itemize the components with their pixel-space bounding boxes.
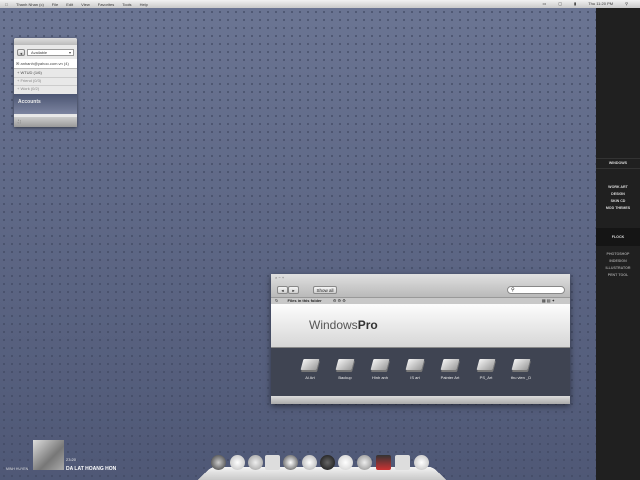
window-controls[interactable]: × − +	[275, 275, 284, 280]
artist-label: MINH HUYEN	[6, 467, 29, 471]
finder-window: × − + ◂ ▸ Show all ⚲ ↻ Files in this fol…	[271, 274, 570, 404]
folder-label: IS art	[410, 375, 420, 380]
menu-tools[interactable]: Tools	[122, 2, 131, 7]
folder-label: PS_Art	[479, 375, 493, 380]
folder-hinh-anh[interactable]: Hinh anh	[360, 359, 400, 380]
sidebar-item-windows[interactable]: WINDOWS	[596, 160, 640, 167]
folder-icon	[370, 359, 390, 370]
dock-notes-icon[interactable]	[395, 455, 410, 470]
group-label: WTUD (1/6)	[20, 70, 42, 75]
folder-icon	[405, 359, 425, 370]
banner-title: WindowsPro	[309, 318, 378, 332]
banner: WindowsPro	[271, 304, 570, 348]
account-row[interactable]: ✉ anhanh@yahoo.com.vn (4)	[14, 59, 77, 69]
dock-bird-icon[interactable]	[248, 455, 263, 470]
sidebar-item-illustrator[interactable]: ILLUSTRATOR	[596, 265, 640, 272]
sidebar-item-flock[interactable]: FLOCK	[596, 228, 640, 246]
folder-icon	[476, 359, 496, 370]
menu-edit[interactable]: Edit	[66, 2, 73, 7]
sidebar-item-photoshop[interactable]: PHOTOSHOP	[596, 251, 640, 258]
messenger-widget: ◂ Available ▾ ✉ anhanh@yahoo.com.vn (4) +…	[14, 38, 77, 127]
menu-help[interactable]: Help	[140, 2, 148, 7]
dock-bulb-icon[interactable]	[230, 455, 245, 470]
banner-word: Pro	[357, 318, 378, 332]
folder-label: Ai Art	[305, 375, 315, 380]
dock-cat-icon[interactable]	[414, 455, 429, 470]
folder-is-art[interactable]: IS art	[395, 359, 435, 380]
folder-icon	[511, 359, 531, 370]
status-select[interactable]: Available ▾	[27, 49, 74, 56]
sidebar-item-work-art[interactable]: WORK ART	[596, 184, 640, 191]
banner-word: Windows	[309, 318, 358, 332]
folder-backup[interactable]: Backup	[325, 359, 365, 380]
volume-icon[interactable]: ▮	[574, 1, 576, 6]
forward-button[interactable]: ▸	[288, 286, 299, 294]
folder-icon	[440, 359, 460, 370]
sidebar-item-design[interactable]: DESIGN	[596, 191, 640, 198]
group-friend[interactable]: + Friend (0/3)	[14, 78, 77, 86]
refresh-icon[interactable]: ↻	[275, 298, 278, 303]
clock[interactable]: Thu 11:20 PM	[588, 1, 613, 6]
resize-icon[interactable]: ⛶	[14, 117, 77, 127]
folder-icon	[335, 359, 355, 370]
display-icon[interactable]: ▭	[542, 1, 546, 6]
back-button[interactable]: ◂	[277, 286, 288, 294]
search-field[interactable]: ⚲	[507, 286, 565, 294]
dock-soccer-icon[interactable]	[283, 455, 298, 470]
menu-app[interactable]: Thanh Nhan (c)	[16, 2, 44, 7]
dock-paint-icon[interactable]	[376, 455, 391, 470]
menu-view[interactable]: View	[81, 2, 90, 7]
apple-icon[interactable]: 	[5, 2, 8, 7]
group-label: Friend (0/3)	[20, 78, 42, 83]
folder-label: thu vien _D	[510, 375, 532, 380]
folder-label: Painter Art	[440, 375, 460, 380]
dock-gear-icon[interactable]	[357, 455, 372, 470]
right-sidebar: WINDOWS WORK ART DESIGN SKIN CD MOD THEM…	[596, 8, 640, 480]
sidebar-item-mod-themes[interactable]: MOD THEMES	[596, 205, 640, 212]
folder-label: Hinh anh	[371, 375, 388, 380]
group-work[interactable]: + Work (0/2)	[14, 86, 77, 94]
dock-black-ball-icon[interactable]	[320, 455, 335, 470]
accounts-label: Accounts	[18, 99, 41, 105]
dock-sheep-icon[interactable]	[302, 455, 317, 470]
chat-icon[interactable]: ▢	[558, 1, 562, 6]
song-title: DA LAT HOANG HON	[66, 466, 117, 472]
group-wtud[interactable]: + WTUD (1/6)	[14, 70, 77, 78]
album-art[interactable]	[33, 440, 64, 470]
show-all-button[interactable]: Show all	[313, 286, 337, 294]
sidebar-item-skin-cd[interactable]: SKIN CD	[596, 198, 640, 205]
group-label: Work (0/2)	[20, 86, 40, 91]
folder-ai-art[interactable]: Ai Art	[290, 359, 330, 380]
dock-photo-icon[interactable]	[265, 455, 280, 470]
folder-painter-art[interactable]: Painter Art	[430, 359, 470, 380]
folder-label: Backup	[338, 375, 352, 380]
back-button[interactable]: ◂	[17, 49, 25, 56]
path-bar: ↻ Files in this folder ⚙ ⚙ ⚙ ▦ ▤ ✦	[271, 297, 570, 304]
menu-favorites[interactable]: Favorites	[98, 2, 114, 7]
dock-rabbit-icon[interactable]	[338, 455, 353, 470]
account-email: anhanh@yahoo.com.vn (4)	[20, 61, 69, 66]
spotlight-icon[interactable]: ⚲	[625, 1, 628, 6]
sidebar-item-pent-tool[interactable]: PENT TOOL	[596, 272, 640, 279]
folder-ps-art[interactable]: PS_Art	[466, 359, 506, 380]
folder-icon	[300, 359, 320, 370]
accounts-header: Accounts	[14, 94, 77, 114]
menu-bar:  Thanh Nhan (c) File Edit View Favorite…	[0, 0, 640, 8]
menu-file[interactable]: File	[52, 2, 58, 7]
status-value: Available	[31, 50, 48, 55]
dock-disc-icon[interactable]	[211, 455, 226, 470]
action-icons[interactable]: ⚙ ⚙ ⚙	[333, 298, 346, 303]
path-label: Files in this folder	[287, 298, 322, 303]
folder-thu-vien[interactable]: thu vien _D	[501, 359, 541, 380]
chevron-down-icon: ▾	[68, 50, 71, 55]
sidebar-item-indesign[interactable]: INDESIGN	[596, 258, 640, 265]
track-time: 23:20	[66, 457, 77, 462]
